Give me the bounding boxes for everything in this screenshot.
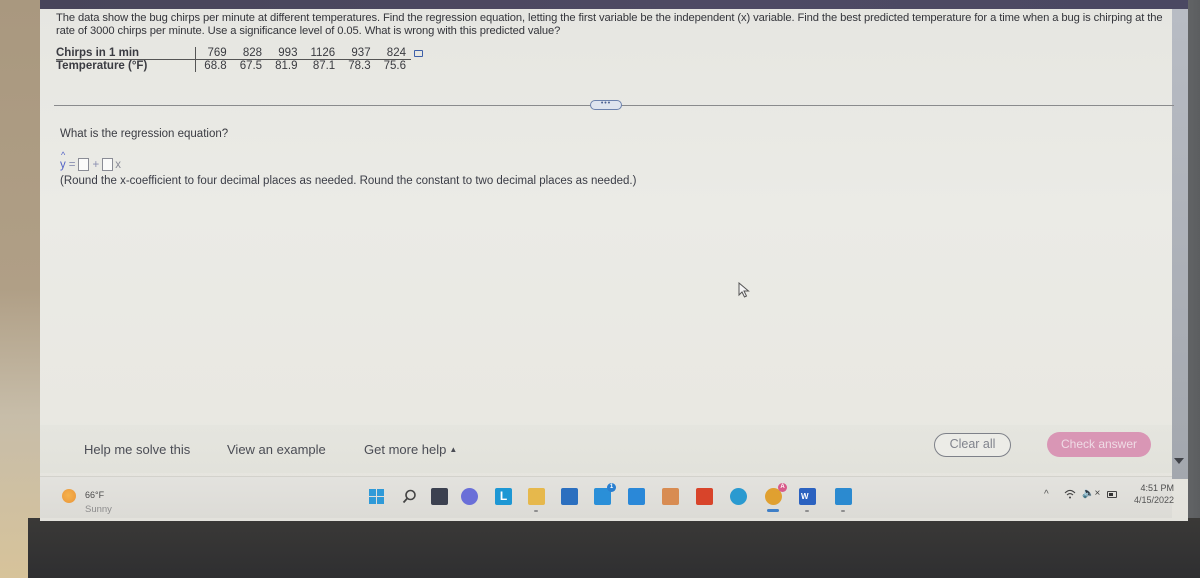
scroll-down-arrow-icon[interactable] (1174, 458, 1184, 464)
taskbar: 66°F Sunny L 1 A W ^ 🔈× 4:51 PM 4/15/2022 (40, 476, 1174, 518)
table-cell: 769 (195, 47, 232, 60)
running-app-indicator (805, 510, 809, 512)
weather-condition[interactable]: Sunny (85, 504, 112, 515)
office-icon[interactable] (696, 488, 713, 505)
microsoft-store-icon[interactable] (561, 488, 578, 505)
sun-icon[interactable] (62, 489, 76, 503)
battery-icon[interactable] (1107, 491, 1117, 498)
get-more-help-link[interactable]: Get more help ▲ (364, 442, 457, 457)
screen: The data show the bug chirps per minute … (40, 0, 1188, 521)
table-cell: 81.9 (275, 60, 298, 72)
chrome-icon[interactable]: A (765, 483, 787, 505)
notification-badge: 1 (607, 483, 616, 492)
search-icon[interactable] (401, 488, 418, 505)
regression-equation: y = + x (60, 150, 121, 171)
photos-icon[interactable] (835, 488, 852, 505)
app-orange-icon[interactable] (662, 488, 679, 505)
x-variable: x (115, 158, 121, 171)
y-hat-symbol: y (60, 150, 66, 171)
table-cell: 87.1 (312, 60, 336, 72)
part-prompt: What is the regression equation? (60, 128, 229, 140)
table-cell: 828 (231, 47, 268, 60)
volume-muted-icon[interactable]: 🔈× (1082, 488, 1100, 499)
app-l-icon[interactable]: L (495, 488, 512, 505)
laptop-bezel (28, 518, 1200, 578)
desk-background (0, 0, 42, 578)
clear-all-button[interactable]: Clear all (934, 433, 1011, 457)
wifi-icon[interactable] (1064, 489, 1076, 502)
file-explorer-icon[interactable] (528, 488, 545, 505)
teams-chat-icon[interactable] (461, 488, 478, 505)
active-app-indicator (767, 509, 779, 512)
start-icon[interactable] (368, 488, 385, 505)
task-view-icon[interactable] (431, 488, 448, 505)
rounding-hint: (Round the x-coefficient to four decimal… (60, 175, 637, 187)
table-cell: 75.6 (383, 60, 406, 72)
table-cell: 824 (375, 47, 411, 60)
weather-temp[interactable]: 66°F (85, 490, 104, 500)
table-cell: 993 (267, 47, 303, 60)
check-answer-button[interactable]: Check answer (1047, 432, 1151, 457)
get-more-help-label: Get more help (364, 442, 447, 457)
data-table: Chirps in 1 min 769 828 993 1126 937 824… (56, 47, 423, 72)
help-me-solve-link[interactable]: Help me solve this (84, 442, 190, 457)
plus-sign: + (92, 158, 100, 171)
cortana-icon[interactable] (628, 488, 645, 505)
notification-badge: A (778, 483, 787, 492)
table-cell: 937 (340, 47, 376, 60)
expand-button[interactable]: ••• (590, 100, 622, 110)
copy-data-icon[interactable] (413, 49, 423, 57)
row-label: Temperature (°F) (56, 59, 197, 72)
table-cell: 1126 (302, 47, 341, 60)
constant-input[interactable] (78, 158, 90, 171)
view-example-link[interactable]: View an example (227, 442, 326, 457)
edge-icon[interactable] (730, 488, 747, 505)
question-text: The data show the bug chirps per minute … (56, 12, 1163, 37)
table-cell: 68.8 (204, 60, 227, 72)
table-cell: 78.3 (348, 60, 371, 72)
row-label: Chirps in 1 min (56, 47, 197, 60)
browser-top-bar (40, 0, 1188, 9)
running-app-indicator (534, 510, 538, 512)
word-icon[interactable]: W (799, 488, 816, 505)
table-row: Temperature (°F) 68.8 67.5 81.9 87.1 78.… (56, 59, 423, 72)
table-row: Chirps in 1 min 769 828 993 1126 937 824 (56, 47, 423, 60)
tray-chevron-icon[interactable]: ^ (1044, 489, 1049, 500)
clock-date[interactable]: 4/15/2022 (1126, 495, 1174, 505)
mail-icon[interactable]: 1 (594, 483, 616, 505)
scrollbar[interactable] (1172, 9, 1188, 479)
running-app-indicator (841, 510, 845, 512)
table-cell: 67.5 (239, 60, 263, 72)
equals-sign: = (68, 158, 76, 171)
caret-up-icon: ▲ (449, 445, 458, 454)
clock-time[interactable]: 4:51 PM (1140, 483, 1174, 493)
coefficient-input[interactable] (102, 158, 114, 171)
